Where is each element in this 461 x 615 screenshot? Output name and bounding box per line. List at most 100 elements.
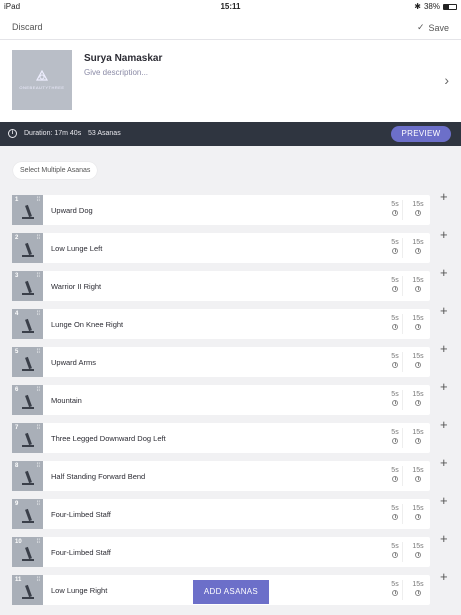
- add-asanas-button[interactable]: ADD ASANAS: [193, 580, 269, 604]
- plus-icon[interactable]: +: [440, 227, 448, 242]
- asana-card[interactable]: 4 ⁞⁞ Lunge On Knee Right 5s 15s: [12, 309, 430, 339]
- plus-icon[interactable]: +: [440, 303, 448, 318]
- drag-handle-icon[interactable]: ⁞⁞: [37, 501, 40, 507]
- list-item: 6 ⁞⁞ Mountain 5s 15s +: [12, 379, 452, 415]
- asana-name: Warrior II Right: [51, 282, 102, 291]
- transition-time-value: 15s: [412, 581, 424, 588]
- clock-icon: [392, 286, 398, 292]
- drag-handle-icon[interactable]: ⁞⁞: [37, 463, 40, 469]
- drag-handle-icon[interactable]: ⁞⁞: [37, 425, 40, 431]
- sequence-header[interactable]: ONEBEAUTYTHREE Surya Namaskar Give descr…: [0, 40, 461, 122]
- clock-icon: [392, 210, 398, 216]
- drag-handle-icon[interactable]: ⁞⁞: [37, 311, 40, 317]
- save-label: Save: [428, 22, 449, 33]
- asana-number: 7: [15, 425, 19, 431]
- drag-handle-icon[interactable]: ⁞⁞: [37, 539, 40, 545]
- plus-icon[interactable]: +: [440, 417, 448, 432]
- transition-time-value: 15s: [412, 391, 424, 398]
- preview-button[interactable]: PREVIEW: [391, 126, 451, 142]
- save-button[interactable]: ✓ Save: [417, 22, 449, 33]
- hold-time[interactable]: 5s: [385, 391, 405, 406]
- hold-time[interactable]: 5s: [385, 277, 405, 292]
- pose-figure-icon: [22, 551, 34, 561]
- chevron-right-icon[interactable]: ›: [444, 72, 449, 88]
- transition-time[interactable]: 15s: [408, 277, 428, 292]
- plus-icon[interactable]: +: [440, 189, 448, 204]
- clock-icon: [392, 476, 398, 482]
- hold-time[interactable]: 5s: [385, 201, 405, 216]
- asana-card[interactable]: 3 ⁞⁞ Warrior II Right 5s 15s: [12, 271, 430, 301]
- transition-time[interactable]: 15s: [408, 353, 428, 368]
- asana-card[interactable]: 9 ⁞⁞ Four-Limbed Staff 5s 15s: [12, 499, 430, 529]
- plus-icon[interactable]: +: [440, 455, 448, 470]
- plus-icon[interactable]: +: [440, 265, 448, 280]
- clock-icon: [392, 248, 398, 254]
- battery-icon: [443, 3, 457, 10]
- clock-icon: [415, 590, 421, 596]
- discard-button[interactable]: Discard: [12, 22, 43, 32]
- status-bar: iPad 15:11 ✱ 38%: [0, 0, 461, 14]
- transition-time[interactable]: 15s: [408, 429, 428, 444]
- transition-time[interactable]: 15s: [408, 505, 428, 520]
- drag-handle-icon[interactable]: ⁞⁞: [37, 577, 40, 583]
- plus-icon[interactable]: +: [440, 569, 448, 584]
- hold-time[interactable]: 5s: [385, 353, 405, 368]
- hold-time[interactable]: 5s: [385, 543, 405, 558]
- transition-time[interactable]: 15s: [408, 543, 428, 558]
- hold-time-value: 5s: [391, 581, 399, 588]
- pose-figure-icon: [22, 475, 34, 485]
- hold-time[interactable]: 5s: [385, 505, 405, 520]
- clock-icon: [392, 590, 398, 596]
- status-right: ✱ 38%: [414, 2, 457, 11]
- asana-card[interactable]: 1 ⁞⁞ Upward Dog 5s 15s: [12, 195, 430, 225]
- hold-time[interactable]: 5s: [385, 581, 405, 596]
- plus-icon[interactable]: +: [440, 531, 448, 546]
- list-item: 4 ⁞⁞ Lunge On Knee Right 5s 15s +: [12, 303, 452, 339]
- transition-time[interactable]: 15s: [408, 201, 428, 216]
- transition-time[interactable]: 15s: [408, 467, 428, 482]
- asana-card[interactable]: 8 ⁞⁞ Half Standing Forward Bend 5s 15s: [12, 461, 430, 491]
- asana-thumbnail: 8 ⁞⁞: [12, 461, 43, 491]
- drag-handle-icon[interactable]: ⁞⁞: [37, 197, 40, 203]
- clock-icon: [415, 514, 421, 520]
- transition-time[interactable]: 15s: [408, 391, 428, 406]
- transition-time[interactable]: 15s: [408, 315, 428, 330]
- list-item: 1 ⁞⁞ Upward Dog 5s 15s +: [12, 189, 452, 225]
- asana-card[interactable]: 10 ⁞⁞ Four-Limbed Staff 5s 15s: [12, 537, 430, 567]
- transition-time[interactable]: 15s: [408, 239, 428, 254]
- asana-number: 2: [15, 235, 19, 241]
- hold-time-value: 5s: [391, 315, 399, 322]
- asana-card[interactable]: 5 ⁞⁞ Upward Arms 5s 15s: [12, 347, 430, 377]
- asana-thumbnail: 5 ⁞⁞: [12, 347, 43, 377]
- hold-time-value: 5s: [391, 239, 399, 246]
- asana-thumbnail: 7 ⁞⁞: [12, 423, 43, 453]
- clock-icon: [392, 438, 398, 444]
- drag-handle-icon[interactable]: ⁞⁞: [37, 387, 40, 393]
- sequence-thumbnail[interactable]: ONEBEAUTYTHREE: [12, 50, 72, 110]
- drag-handle-icon[interactable]: ⁞⁞: [37, 273, 40, 279]
- clock-icon: [392, 400, 398, 406]
- plus-icon[interactable]: +: [440, 379, 448, 394]
- transition-time-value: 15s: [412, 239, 424, 246]
- drag-handle-icon[interactable]: ⁞⁞: [37, 349, 40, 355]
- hold-time[interactable]: 5s: [385, 429, 405, 444]
- description-field[interactable]: Give description...: [84, 68, 148, 77]
- asana-card[interactable]: 7 ⁞⁞ Three Legged Downward Dog Left 5s 15s: [12, 423, 430, 453]
- select-multiple-button[interactable]: Select Multiple Asanas: [13, 162, 98, 179]
- transition-time[interactable]: 15s: [408, 581, 428, 596]
- asana-card[interactable]: 2 ⁞⁞ Low Lunge Left 5s 15s: [12, 233, 430, 263]
- asana-card[interactable]: 6 ⁞⁞ Mountain 5s 15s: [12, 385, 430, 415]
- info-icon[interactable]: i: [8, 129, 17, 138]
- nav-bar: Discard ✓ Save: [0, 14, 461, 40]
- asana-number: 11: [15, 577, 22, 583]
- hold-time[interactable]: 5s: [385, 467, 405, 482]
- hold-time-value: 5s: [391, 391, 399, 398]
- hold-time-value: 5s: [391, 353, 399, 360]
- transition-time-value: 15s: [412, 467, 424, 474]
- plus-icon[interactable]: +: [440, 493, 448, 508]
- hold-time[interactable]: 5s: [385, 239, 405, 254]
- hold-time-value: 5s: [391, 429, 399, 436]
- hold-time[interactable]: 5s: [385, 315, 405, 330]
- plus-icon[interactable]: +: [440, 341, 448, 356]
- drag-handle-icon[interactable]: ⁞⁞: [37, 235, 40, 241]
